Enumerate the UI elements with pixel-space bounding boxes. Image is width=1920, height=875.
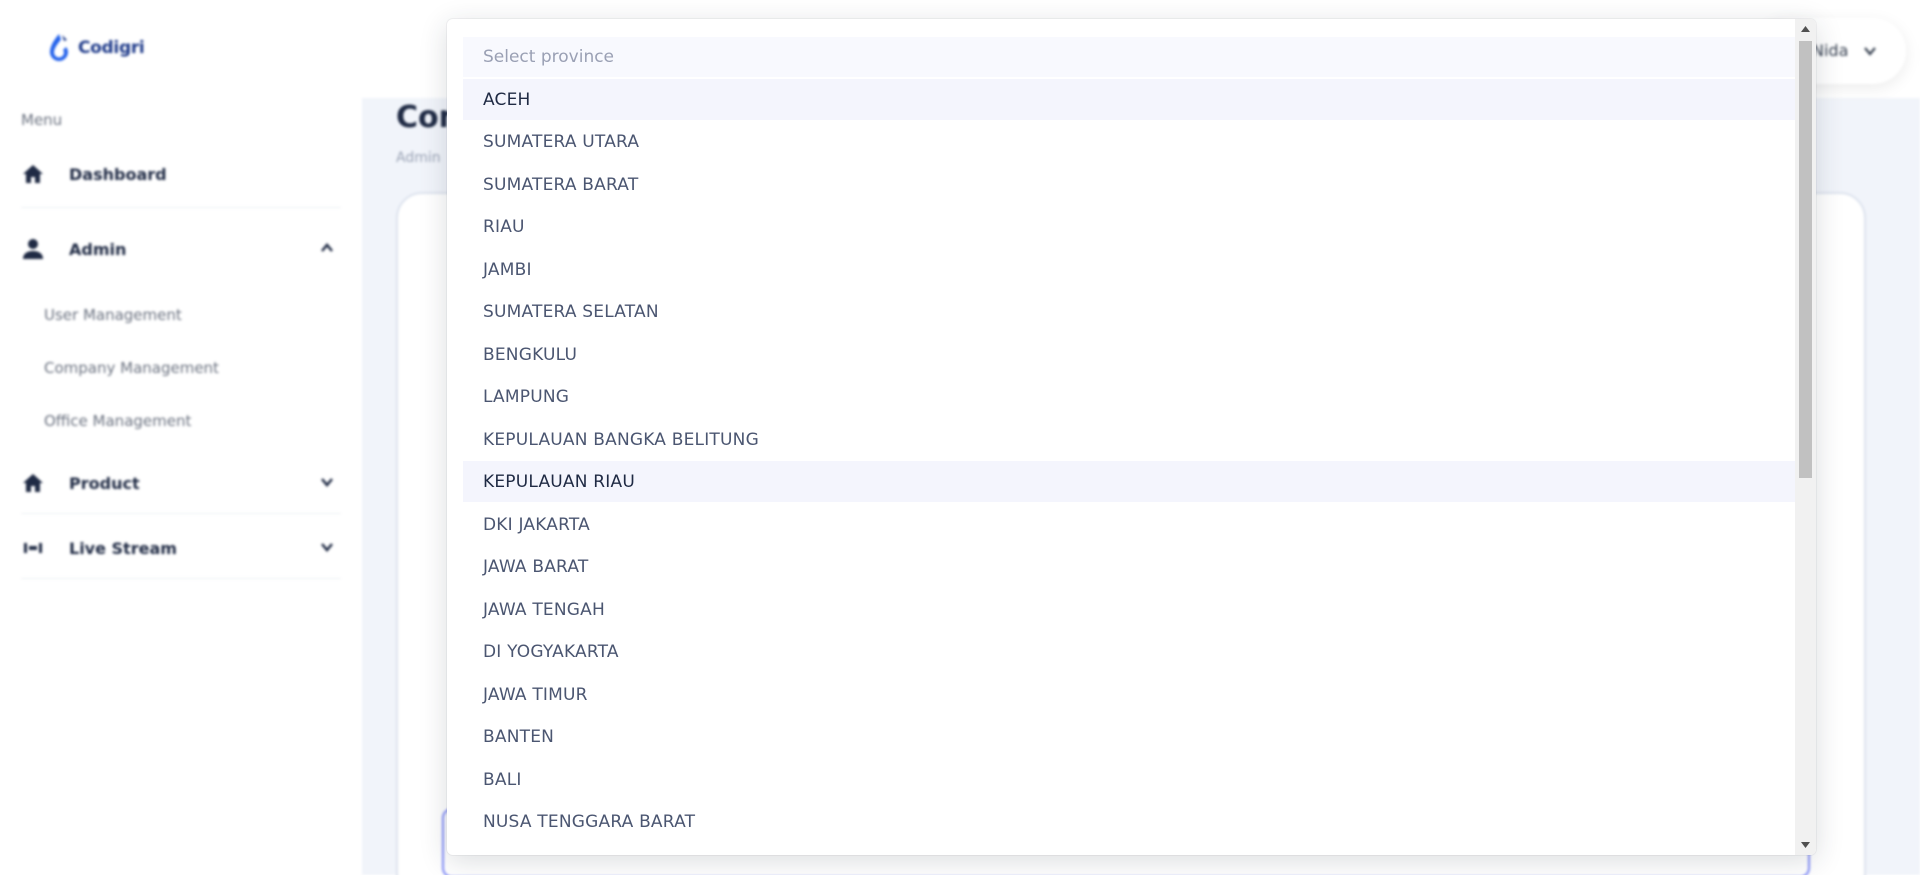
sidebar-item-label: Product	[69, 473, 140, 493]
home-icon	[21, 162, 45, 186]
sidebar-item-live-stream[interactable]: Live Stream	[21, 529, 341, 567]
divider	[21, 207, 341, 208]
sidebar-item-admin[interactable]: Admin	[21, 230, 341, 268]
scroll-down-arrow-icon[interactable]	[1795, 835, 1816, 855]
broadcast-icon	[21, 536, 45, 560]
province-option[interactable]: JAWA TENGAH	[463, 589, 1795, 630]
province-option[interactable]: DI YOGYAKARTA	[463, 631, 1795, 672]
province-option[interactable]: SUMATERA BARAT	[463, 164, 1795, 205]
divider	[21, 578, 341, 579]
province-dropdown[interactable]: Select province ACEH SUMATERA UTARA SUMA…	[447, 19, 1816, 855]
user-icon	[21, 237, 45, 261]
breadcrumb[interactable]: Admin	[396, 150, 441, 166]
province-option[interactable]: BANTEN	[463, 716, 1795, 757]
sidebar-item-label: Dashboard	[69, 164, 167, 184]
chevron-down-icon	[1864, 47, 1876, 56]
home-icon	[21, 471, 45, 495]
chevron-down-icon	[321, 478, 333, 487]
chevron-down-icon	[321, 543, 333, 552]
province-option[interactable]: SUMATERA SELATAN	[463, 291, 1795, 332]
logo-icon	[50, 34, 68, 61]
sidebar-subitem-user-management[interactable]: User Management	[44, 306, 182, 324]
sidebar: Codigri Menu Dashboard Admin User Manage…	[0, 0, 362, 875]
province-options-list: Select province ACEH SUMATERA UTARA SUMA…	[447, 19, 1795, 855]
province-option[interactable]: JAWA BARAT	[463, 546, 1795, 587]
province-option[interactable]: KEPULAUAN RIAU	[463, 461, 1795, 502]
menu-title: Menu	[21, 111, 63, 129]
user-name: Nida	[1812, 41, 1849, 60]
sidebar-subitem-office-management[interactable]: Office Management	[44, 412, 191, 430]
province-option[interactable]: NUSA TENGGARA BARAT	[463, 801, 1795, 842]
logo-text: Codigri	[78, 38, 145, 58]
province-option[interactable]: JAMBI	[463, 249, 1795, 290]
province-option[interactable]: DKI JAKARTA	[463, 504, 1795, 545]
province-option[interactable]: BALI	[463, 759, 1795, 800]
province-option[interactable]: JAWA TIMUR	[463, 674, 1795, 715]
dropdown-scrollbar[interactable]	[1795, 19, 1816, 855]
sidebar-subitem-company-management[interactable]: Company Management	[44, 359, 219, 377]
sidebar-item-label: Live Stream	[69, 538, 177, 558]
province-option[interactable]: KEPULAUAN BANGKA BELITUNG	[463, 419, 1795, 460]
sidebar-item-product[interactable]: Product	[21, 464, 341, 502]
province-option[interactable]: ACEH	[463, 79, 1795, 120]
province-option[interactable]: RIAU	[463, 206, 1795, 247]
app-logo[interactable]: Codigri	[46, 32, 145, 64]
scrollbar-thumb[interactable]	[1799, 41, 1812, 478]
province-placeholder-option[interactable]: Select province	[463, 37, 1795, 77]
sidebar-item-dashboard[interactable]: Dashboard	[21, 155, 341, 193]
province-option[interactable]: LAMPUNG	[463, 376, 1795, 417]
province-option[interactable]: BENGKULU	[463, 334, 1795, 375]
sidebar-item-label: Admin	[69, 239, 127, 259]
scroll-up-arrow-icon[interactable]	[1795, 19, 1816, 39]
chevron-up-icon	[321, 243, 333, 252]
divider	[21, 513, 341, 514]
province-option[interactable]: SUMATERA UTARA	[463, 121, 1795, 162]
